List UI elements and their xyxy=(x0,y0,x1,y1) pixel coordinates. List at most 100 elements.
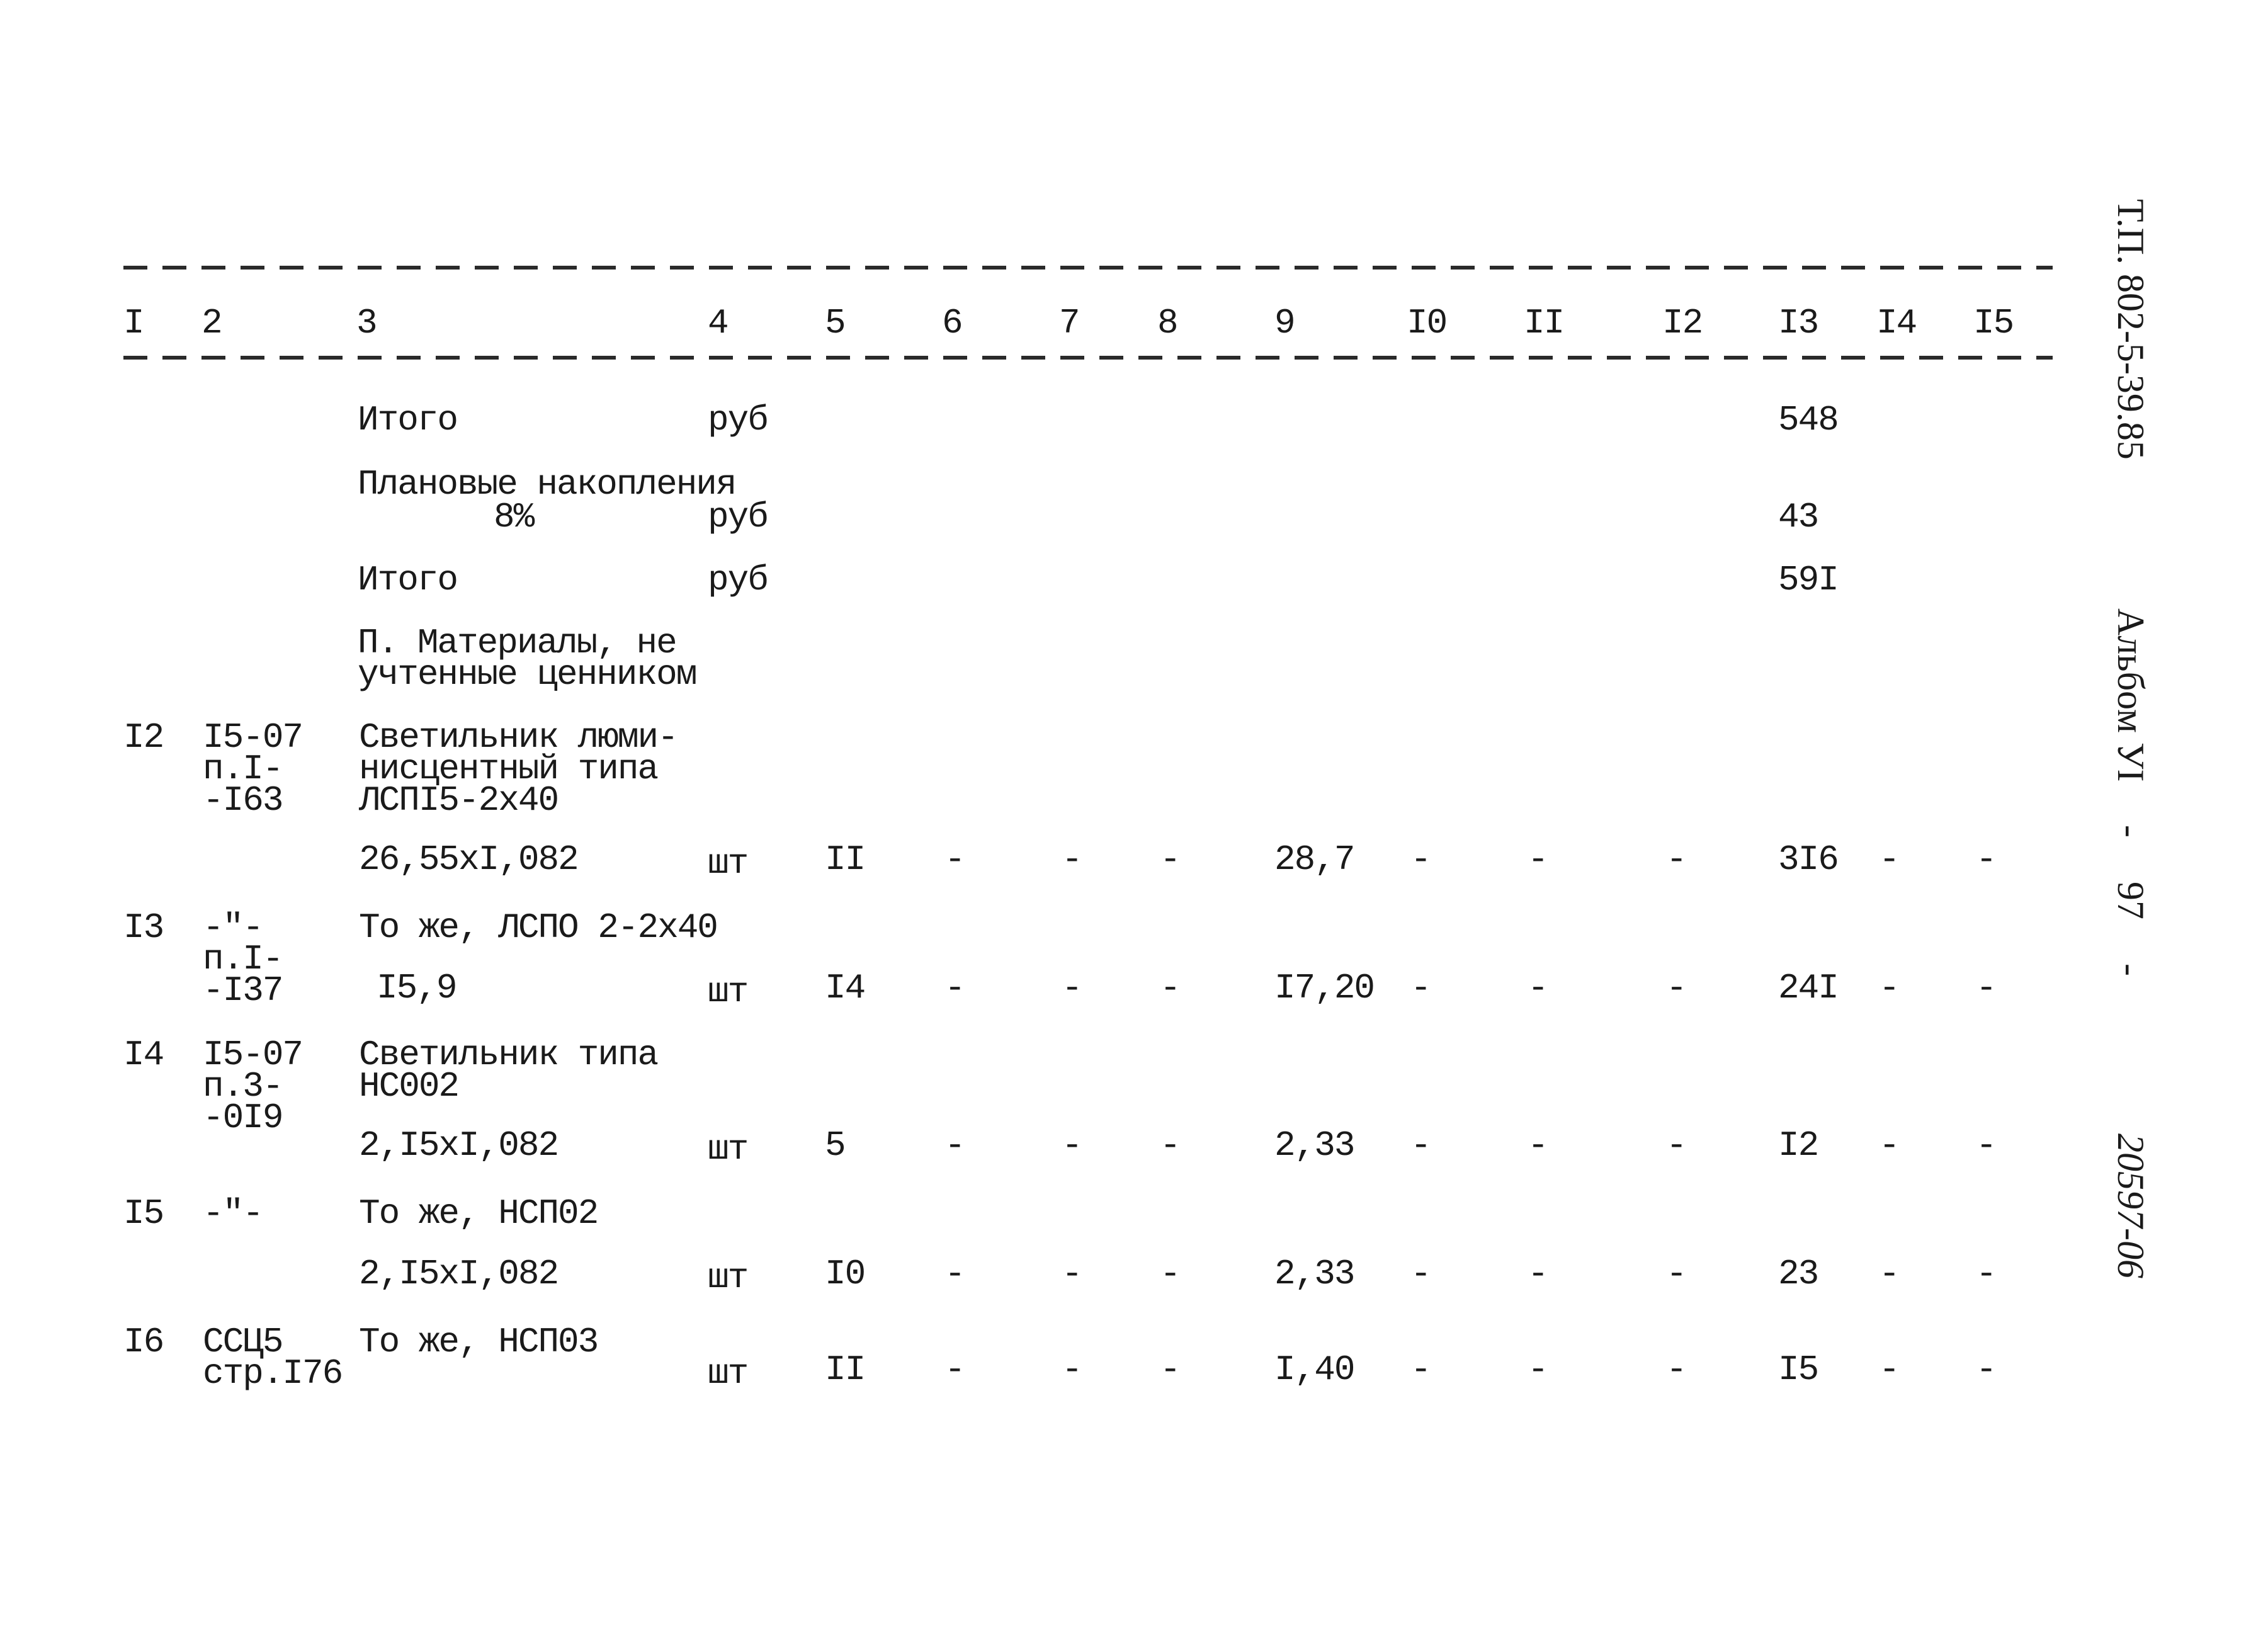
item-col-8: - xyxy=(1160,839,1181,880)
item-unit: шт xyxy=(708,1353,749,1394)
item-unit: шт xyxy=(708,843,749,883)
col-header: I3 xyxy=(1778,303,1819,343)
item-col-13: 23 xyxy=(1778,1254,1819,1294)
item-calculation: 2,I5хI,082 xyxy=(359,1254,559,1294)
item-col-6: - xyxy=(944,968,966,1008)
col-header: 3 xyxy=(356,303,378,343)
item-col-12: - xyxy=(1666,839,1687,880)
item-description: То же, НСП03 xyxy=(359,1322,599,1362)
item-col-10: - xyxy=(1410,839,1432,880)
item-reference: -I63 xyxy=(203,780,283,821)
item-col-8: - xyxy=(1160,1125,1181,1166)
item-col-13: I5 xyxy=(1778,1349,1819,1390)
item-calculation: I5,9 xyxy=(377,968,457,1008)
item-col-12: - xyxy=(1666,1349,1687,1390)
col-header: 9 xyxy=(1274,303,1296,343)
header-top-rule xyxy=(123,266,2053,270)
item-number: I2 xyxy=(123,717,164,758)
header-bottom-rule xyxy=(123,356,2053,360)
row-unit: руб xyxy=(708,400,769,440)
item-col-12: - xyxy=(1666,1125,1687,1166)
col-header: I0 xyxy=(1407,303,1448,343)
col-header: 6 xyxy=(942,303,963,343)
item-col-5: II xyxy=(825,839,866,880)
item-col-5: I0 xyxy=(825,1254,866,1294)
item-reference: -0I9 xyxy=(203,1098,283,1138)
item-col-7: - xyxy=(1062,968,1083,1008)
item-description: ЛСПI5-2х40 xyxy=(359,780,559,821)
item-col-15: - xyxy=(1976,1125,1997,1166)
row-name-percent: 8% xyxy=(494,497,535,537)
item-number: I4 xyxy=(123,1035,164,1075)
col-header: 5 xyxy=(825,303,846,343)
item-col-6: - xyxy=(944,1349,966,1390)
item-description: То же, ЛСПО 2-2х40 xyxy=(359,907,718,948)
section-title-line: учтенные ценником xyxy=(358,654,697,695)
row-unit: руб xyxy=(708,497,769,537)
row-unit: руб xyxy=(708,560,769,600)
col-header: I2 xyxy=(1662,303,1703,343)
item-col-15: - xyxy=(1976,839,1997,880)
item-col-15: - xyxy=(1976,1254,1997,1294)
item-number: I6 xyxy=(123,1322,164,1362)
col-header: I xyxy=(123,303,145,343)
col-header: 8 xyxy=(1157,303,1179,343)
item-col-14: - xyxy=(1879,1254,1900,1294)
item-unit: шт xyxy=(708,972,749,1012)
col-header: I4 xyxy=(1876,303,1917,343)
item-col-10: - xyxy=(1410,1254,1432,1294)
row-name: Итого xyxy=(358,560,458,600)
row-total: 43 xyxy=(1778,497,1819,537)
page-number: 97 xyxy=(2110,882,2152,919)
item-description: То же, НСП02 xyxy=(359,1193,599,1234)
item-col-7: - xyxy=(1062,1349,1083,1390)
item-col-8: - xyxy=(1160,968,1181,1008)
item-col-9: 2,33 xyxy=(1274,1254,1355,1294)
item-unit: шт xyxy=(708,1129,749,1169)
item-col-14: - xyxy=(1879,1349,1900,1390)
item-col-6: - xyxy=(944,839,966,880)
col-header: II xyxy=(1524,303,1565,343)
item-col-9: 2,33 xyxy=(1274,1125,1355,1166)
item-col-11: - xyxy=(1528,1349,1549,1390)
separator-dash: - xyxy=(2110,963,2152,976)
item-col-8: - xyxy=(1160,1254,1181,1294)
item-col-12: - xyxy=(1666,968,1687,1008)
album-label: Альбом УI xyxy=(2110,608,2152,782)
doc-code-label: Т.П. 802-5-39.85 xyxy=(2110,199,2152,460)
row-name: Плановые накопления xyxy=(358,464,737,504)
item-col-9: 28,7 xyxy=(1274,839,1355,880)
item-col-14: - xyxy=(1879,1125,1900,1166)
item-col-11: - xyxy=(1528,968,1549,1008)
item-col-11: - xyxy=(1528,839,1549,880)
item-col-9: I7,20 xyxy=(1274,968,1375,1008)
item-col-13: 24I xyxy=(1778,968,1839,1008)
row-total: 59I xyxy=(1778,560,1839,600)
item-col-13: I2 xyxy=(1778,1125,1819,1166)
item-number: I3 xyxy=(123,907,164,948)
item-col-7: - xyxy=(1062,1125,1083,1166)
item-col-10: - xyxy=(1410,968,1432,1008)
item-col-11: - xyxy=(1528,1125,1549,1166)
item-col-14: - xyxy=(1879,839,1900,880)
item-col-15: - xyxy=(1976,968,1997,1008)
row-name: Итого xyxy=(358,400,458,440)
item-reference: стр.I76 xyxy=(203,1353,343,1394)
col-header: 7 xyxy=(1059,303,1080,343)
item-description: НС002 xyxy=(359,1066,460,1106)
col-header: I5 xyxy=(1973,303,2014,343)
item-col-9: I,40 xyxy=(1274,1349,1355,1390)
col-header: 2 xyxy=(201,303,223,343)
item-col-10: - xyxy=(1410,1125,1432,1166)
item-col-6: - xyxy=(944,1254,966,1294)
item-reference: -I37 xyxy=(203,970,283,1011)
item-col-10: - xyxy=(1410,1349,1432,1390)
item-col-15: - xyxy=(1976,1349,1997,1390)
item-reference: -"- xyxy=(203,1193,264,1234)
item-col-5: I4 xyxy=(825,968,866,1008)
row-total: 548 xyxy=(1778,400,1839,440)
item-col-14: - xyxy=(1879,968,1900,1008)
item-unit: шт xyxy=(708,1258,749,1298)
item-col-5: 5 xyxy=(825,1125,846,1166)
inventory-number: 20597-06 xyxy=(2110,1133,2152,1278)
